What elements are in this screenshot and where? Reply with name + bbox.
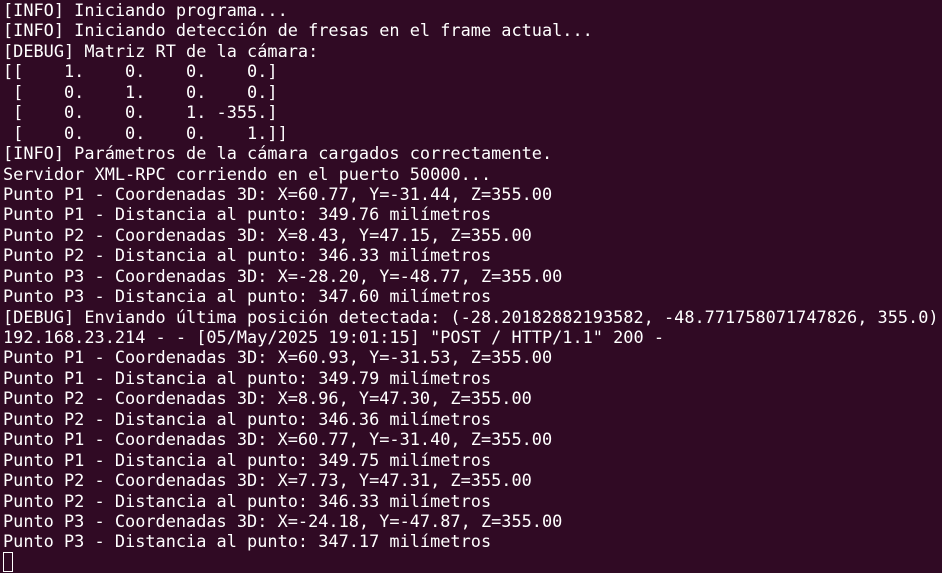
output-line: [INFO] Iniciando detección de fresas en … xyxy=(3,20,593,41)
output-line: Punto P2 - Distancia al punto: 346.36 mi… xyxy=(3,408,492,429)
output-line: [DEBUG] Matriz RT de la cámara: xyxy=(3,40,319,61)
prompt-line[interactable] xyxy=(3,552,942,573)
output-line: 192.168.23.214 - - [05/May/2025 19:01:15… xyxy=(3,327,664,347)
terminal-window[interactable]: [INFO] Iniciando programa... [INFO] Inic… xyxy=(0,0,942,573)
block-cursor-icon xyxy=(3,552,13,573)
output-line: Punto P3 - Distancia al punto: 347.60 mi… xyxy=(3,286,492,307)
output-line: Punto P1 - Coordenadas 3D: X=60.77, Y=-3… xyxy=(3,183,553,204)
output-line: Punto P1 - Coordenadas 3D: X=60.77, Y=-3… xyxy=(3,429,553,450)
output-line: [INFO] Iniciando programa... xyxy=(3,0,288,20)
output-line: Punto P2 - Distancia al punto: 346.33 mi… xyxy=(3,245,492,266)
matrix-row: [ 0. 1. 0. 0.] xyxy=(3,81,278,102)
output-line: Servidor XML-RPC corriendo en el puerto … xyxy=(3,163,492,184)
output-line: Punto P2 - Distancia al punto: 346.33 mi… xyxy=(3,490,492,511)
output-line: Punto P1 - Distancia al punto: 349.75 mi… xyxy=(3,449,492,470)
matrix-row: [[ 1. 0. 0. 0.] xyxy=(3,61,278,82)
output-line: Punto P3 - Coordenadas 3D: X=-24.18, Y=-… xyxy=(3,510,563,531)
output-line: Punto P1 - Distancia al punto: 349.79 mi… xyxy=(3,367,492,388)
output-line: Punto P2 - Coordenadas 3D: X=8.96, Y=47.… xyxy=(3,388,532,409)
matrix-row: [ 0. 0. 1. -355.] xyxy=(3,102,278,123)
output-line: [DEBUG] Enviando última posición detecta… xyxy=(3,306,939,327)
matrix-row: [ 0. 0. 0. 1.]] xyxy=(3,122,288,143)
output-line: Punto P1 - Distancia al punto: 349.76 mi… xyxy=(3,204,492,225)
output-line: Punto P2 - Coordenadas 3D: X=7.73, Y=47.… xyxy=(3,470,532,491)
output-line: [INFO] Parámetros de la cámara cargados … xyxy=(3,143,553,164)
output-line: Punto P2 - Coordenadas 3D: X=8.43, Y=47.… xyxy=(3,224,532,245)
output-line: Punto P1 - Coordenadas 3D: X=60.93, Y=-3… xyxy=(3,347,553,368)
output-line: Punto P3 - Coordenadas 3D: X=-28.20, Y=-… xyxy=(3,265,563,286)
output-line: Punto P3 - Distancia al punto: 347.17 mi… xyxy=(3,531,492,552)
